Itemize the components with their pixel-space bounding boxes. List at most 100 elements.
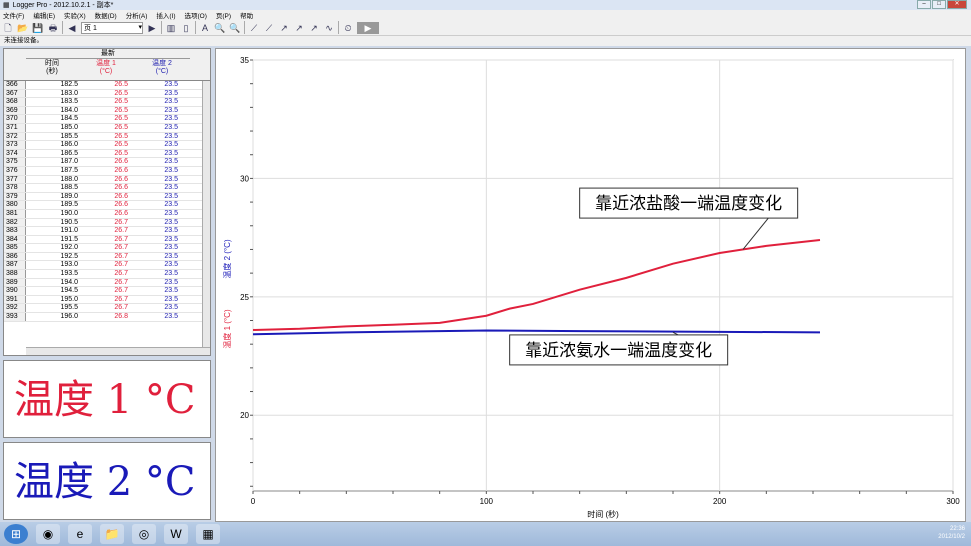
prev-page-icon[interactable]: ◀ — [66, 22, 78, 34]
ie-icon[interactable]: e — [68, 524, 92, 544]
menu-item[interactable]: 编辑(E) — [33, 10, 55, 20]
menu-item[interactable]: 页(P) — [216, 10, 231, 20]
meter-icon[interactable]: ▯ — [180, 22, 192, 34]
cell-temp1: 26.5 — [114, 141, 128, 149]
cell-time: 185.5 — [60, 132, 78, 140]
page-select[interactable]: 页 1 ▾ — [81, 21, 143, 34]
table-row[interactable]: 381 190.0 26.6 23.5 — [4, 209, 210, 219]
app-icon-1[interactable]: ◉ — [36, 524, 60, 544]
y-tick-label: 25 — [240, 293, 249, 302]
menu-item[interactable]: 文件(F) — [3, 10, 24, 20]
autoscale-icon[interactable]: A — [199, 22, 211, 34]
menu-item[interactable]: 选项(O) — [185, 10, 207, 20]
vertical-scrollbar[interactable] — [202, 81, 210, 349]
word-icon[interactable]: W — [164, 524, 188, 544]
table-row[interactable]: 389 194.0 26.7 23.5 — [4, 278, 210, 288]
table-row[interactable]: 371 185.0 26.5 23.5 — [4, 123, 210, 133]
table-row[interactable]: 382 190.5 26.7 23.5 — [4, 218, 210, 228]
cell-temp2: 23.5 — [164, 235, 178, 243]
explorer-icon[interactable]: 📁 — [100, 524, 124, 544]
cell-temp1: 26.6 — [114, 201, 128, 209]
table-row[interactable]: 379 189.0 26.6 23.5 — [4, 192, 210, 202]
table-row[interactable]: 384 191.5 26.7 23.5 — [4, 235, 210, 245]
table-icon[interactable]: ▥ — [165, 22, 177, 34]
table-row[interactable]: 387 193.0 26.7 23.5 — [4, 261, 210, 271]
linear-fit-icon[interactable]: ↗ — [308, 22, 320, 34]
data-collection-icon[interactable]: ⏲ — [342, 22, 354, 34]
zoom-in-icon[interactable]: 🔍 — [214, 22, 226, 34]
menu-item[interactable]: 帮助 — [240, 10, 253, 20]
cell-time: 193.5 — [60, 270, 78, 278]
cell-temp1: 26.7 — [114, 295, 128, 303]
table-row[interactable]: 368 183.5 26.5 23.5 — [4, 98, 210, 107]
chart: 0 100 200 300 20 25 30 35 时间 (秒) 温度 1 (°C) 温度 2 (°… — [222, 56, 960, 519]
row-number: 367 — [4, 89, 26, 98]
logger-pro-task[interactable]: ▦ — [196, 524, 220, 544]
table-row[interactable]: 372 185.5 26.5 23.5 — [4, 132, 210, 142]
table-row[interactable]: 367 183.0 26.5 23.5 — [4, 89, 210, 99]
table-row[interactable]: 369 184.0 26.5 23.5 — [4, 106, 210, 116]
examine-icon[interactable]: ⟋ — [248, 22, 260, 34]
cell-temp2: 23.5 — [164, 89, 178, 97]
table-row[interactable]: 392 195.5 26.7 23.5 — [4, 304, 210, 314]
menu-item[interactable]: 插入(I) — [156, 10, 175, 20]
table-row[interactable]: 375 187.0 26.6 23.5 — [4, 158, 210, 167]
table-row[interactable]: 386 192.5 26.7 23.5 — [4, 252, 210, 262]
table-row[interactable]: 385 192.0 26.7 23.5 — [4, 244, 210, 253]
cell-temp2: 23.5 — [164, 81, 178, 88]
minimize-button[interactable]: – — [917, 0, 931, 9]
menu-item[interactable]: 数据(D) — [95, 10, 117, 20]
cell-temp2: 23.5 — [164, 175, 178, 183]
cell-time: 186.0 — [60, 141, 78, 149]
cell-temp2: 23.5 — [164, 278, 178, 286]
collect-button[interactable]: ▶ — [357, 21, 379, 34]
cell-temp2: 23.5 — [164, 115, 178, 123]
table-row[interactable]: 377 188.0 26.6 23.5 — [4, 175, 210, 185]
table-row[interactable]: 373 186.0 26.5 23.5 — [4, 141, 210, 150]
table-row[interactable]: 370 184.5 26.5 23.5 — [4, 115, 210, 124]
maximize-button[interactable]: □ — [932, 0, 946, 9]
cell-temp1: 26.7 — [114, 227, 128, 235]
print-icon[interactable]: 🖶 — [47, 22, 59, 34]
integral-icon[interactable]: ↗ — [293, 22, 305, 34]
open-folder-icon[interactable]: 📂 — [17, 22, 29, 34]
cell-temp1: 26.5 — [114, 106, 128, 114]
x-tick-label: 100 — [480, 497, 494, 506]
table-row[interactable]: 378 188.5 26.6 23.5 — [4, 184, 210, 193]
new-file-icon[interactable]: 🗋 — [2, 22, 14, 34]
table-row[interactable]: 366 182.5 26.5 23.5 — [4, 81, 210, 90]
table-row[interactable]: 388 193.5 26.7 23.5 — [4, 270, 210, 279]
save-icon[interactable]: 💾 — [32, 22, 44, 34]
row-number: 389 — [4, 278, 26, 287]
statistics-icon[interactable]: ↗ — [278, 22, 290, 34]
next-page-icon[interactable]: ▶ — [146, 22, 158, 34]
curve-fit-icon[interactable]: ∿ — [323, 22, 335, 34]
row-number: 385 — [4, 244, 26, 252]
media-icon[interactable]: ◎ — [132, 524, 156, 544]
cell-temp1: 26.8 — [114, 313, 128, 321]
title-bar: ▦ Logger Pro - 2012.10.2.1 - 副本* – □ ✕ — [0, 0, 971, 10]
table-row[interactable]: 374 186.5 26.5 23.5 — [4, 149, 210, 159]
table-row[interactable]: 393 196.0 26.8 23.5 — [4, 313, 210, 322]
table-row[interactable]: 390 194.5 26.7 23.5 — [4, 287, 210, 296]
cell-temp1: 26.5 — [114, 132, 128, 140]
table-row[interactable]: 391 195.0 26.7 23.5 — [4, 295, 210, 305]
graph-panel[interactable]: 0 100 200 300 20 25 30 35 时间 (秒) 温度 1 (°C) 温度 2 (°… — [215, 48, 966, 522]
tangent-icon[interactable]: ⟋ — [263, 22, 275, 34]
data-table: 最新 时间 (秒) 温度 1 (°C) 温度 2 (°C) 366 182.5 26.5 2… — [3, 48, 211, 356]
row-number: 380 — [4, 201, 26, 209]
cell-time: 191.0 — [60, 227, 78, 235]
cell-time: 190.0 — [60, 209, 78, 217]
table-row[interactable]: 376 187.5 26.6 23.5 — [4, 166, 210, 176]
cell-time: 184.5 — [60, 115, 78, 123]
close-button[interactable]: ✕ — [947, 0, 967, 9]
table-row[interactable]: 380 189.5 26.6 23.5 — [4, 201, 210, 210]
table-row[interactable]: 383 191.0 26.7 23.5 — [4, 227, 210, 236]
start-button[interactable]: ⊞ — [4, 524, 28, 544]
zoom-out-icon[interactable]: 🔍 — [229, 22, 241, 34]
menu-item[interactable]: 分析(A) — [126, 10, 148, 20]
menu-item[interactable]: 实验(X) — [64, 10, 86, 20]
col-time-header: 时间 (秒) — [45, 60, 59, 75]
cell-temp1: 26.6 — [114, 209, 128, 217]
horizontal-scrollbar[interactable] — [26, 347, 210, 355]
